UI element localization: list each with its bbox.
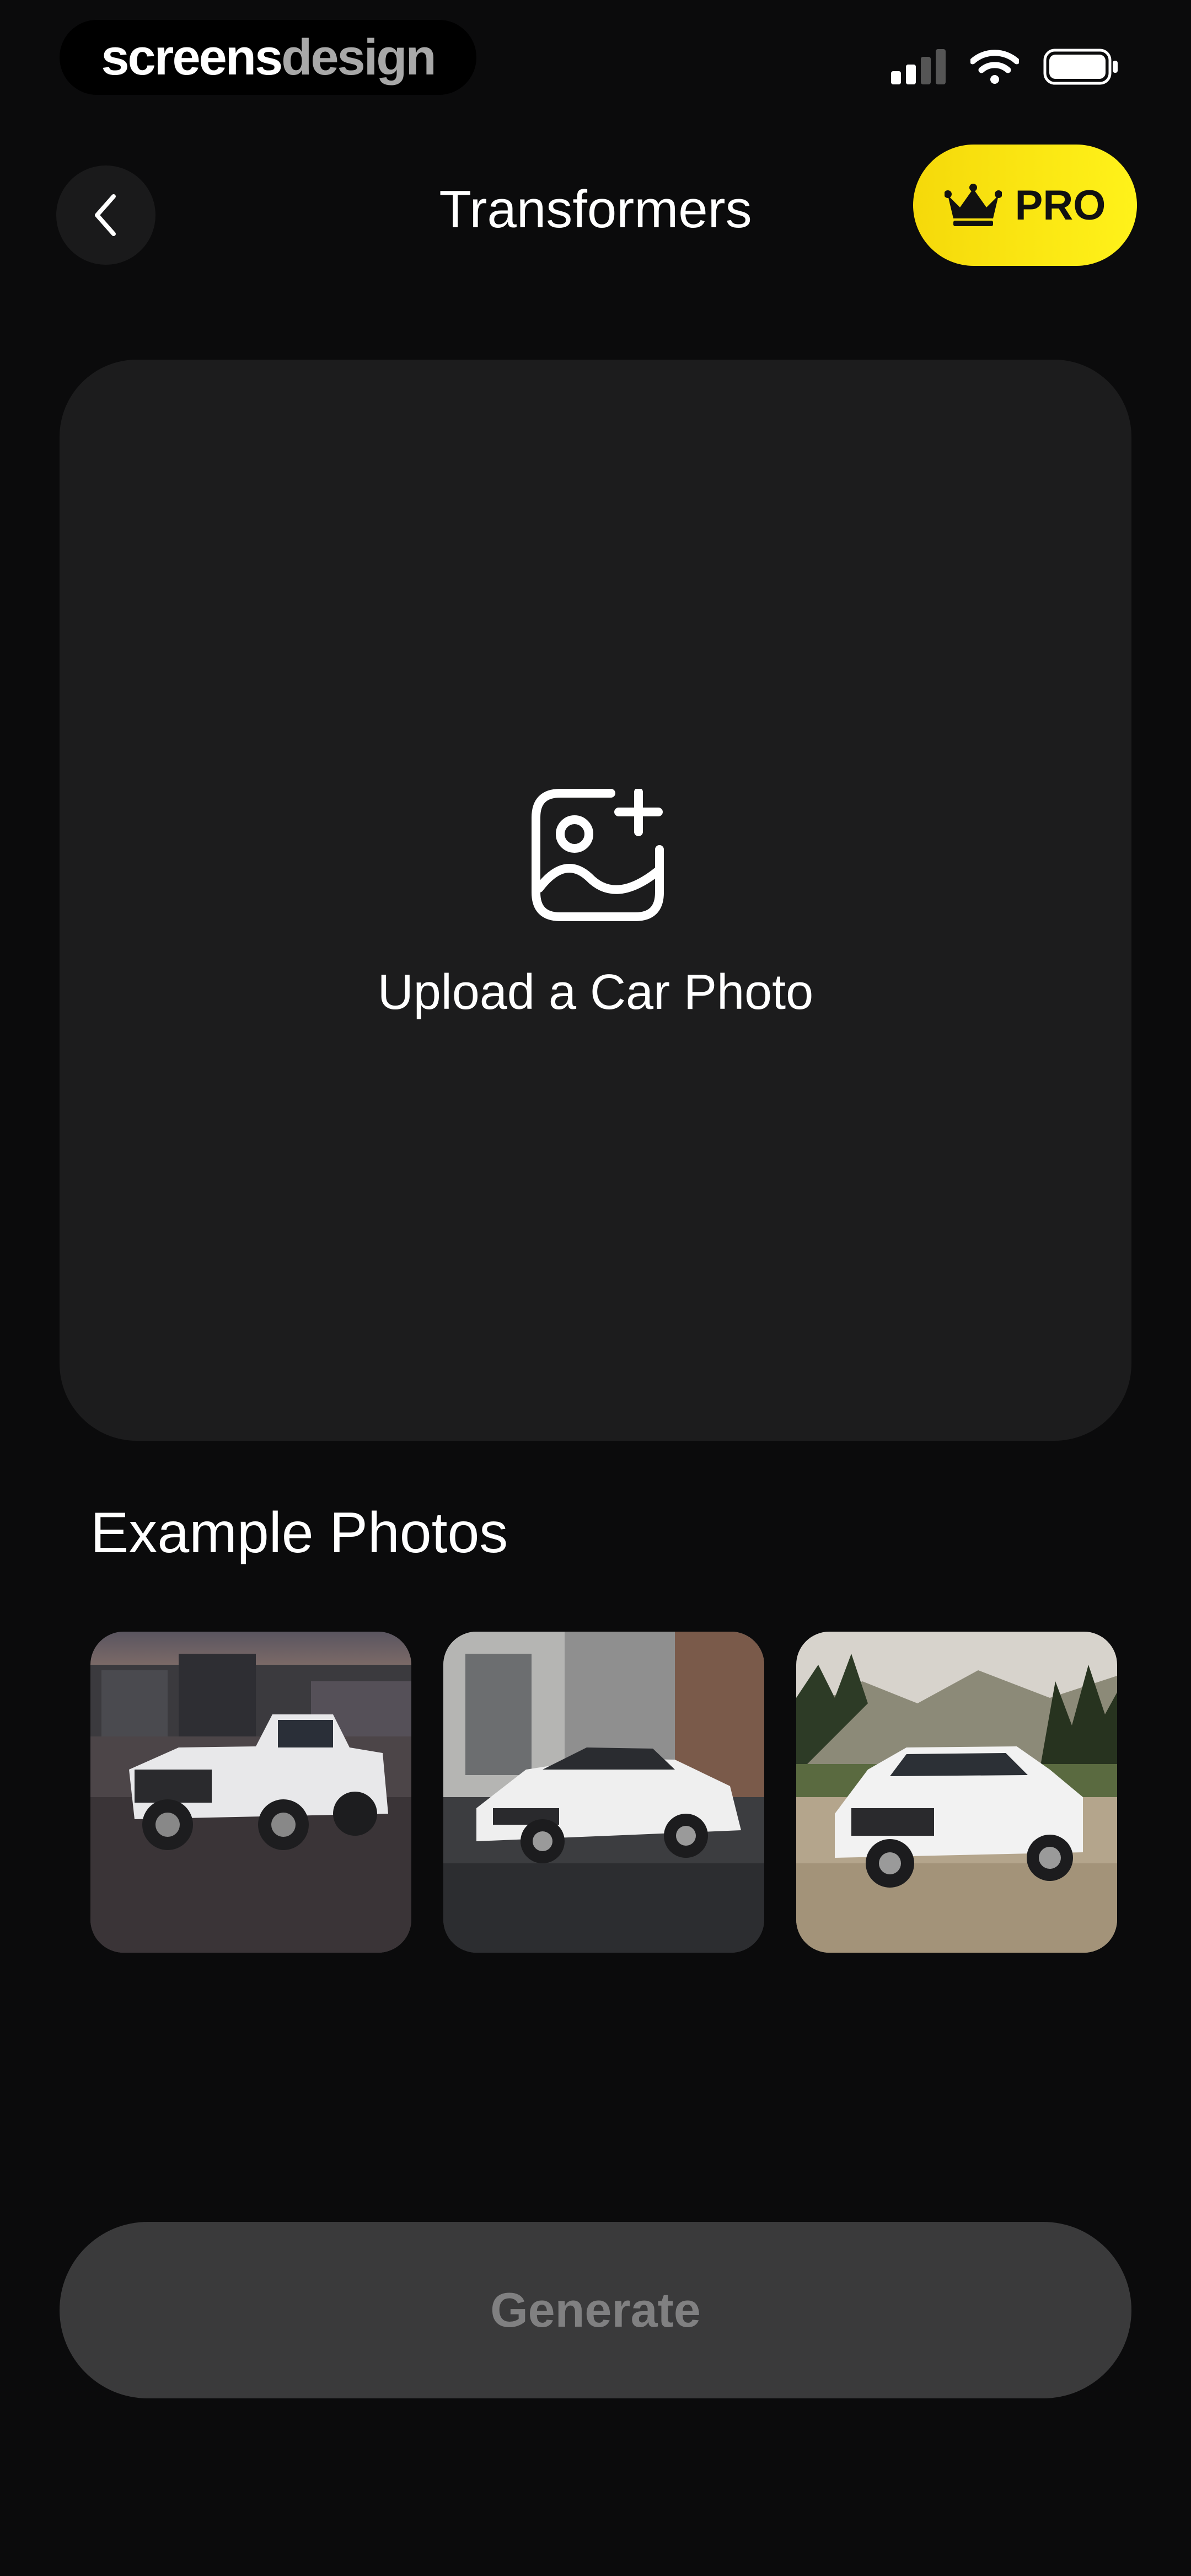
signal-icon — [891, 49, 946, 84]
brand-text-secondary: design — [281, 29, 436, 85]
brand-text-primary: screens — [101, 29, 283, 85]
generate-button[interactable]: Generate — [60, 2222, 1131, 2398]
battery-icon — [1043, 49, 1118, 85]
upload-label: Upload a Car Photo — [377, 965, 814, 1020]
example-photo-sedan[interactable] — [443, 1632, 764, 1953]
status-icons — [891, 49, 1119, 85]
wifi-icon — [970, 50, 1019, 84]
sedan-image — [443, 1632, 764, 1953]
example-photo-suv[interactable] — [796, 1632, 1117, 1953]
pro-button[interactable]: PRO — [913, 145, 1137, 266]
suv-image — [796, 1632, 1117, 1953]
example-photo-pickup[interactable] — [90, 1632, 411, 1953]
brand-watermark: screens design — [60, 20, 476, 95]
pro-label: PRO — [1015, 181, 1106, 229]
crown-icon — [944, 184, 1002, 226]
example-photos-heading: Example Photos — [90, 1501, 508, 1565]
image-add-icon — [532, 789, 664, 921]
pickup-truck-image — [90, 1632, 411, 1953]
